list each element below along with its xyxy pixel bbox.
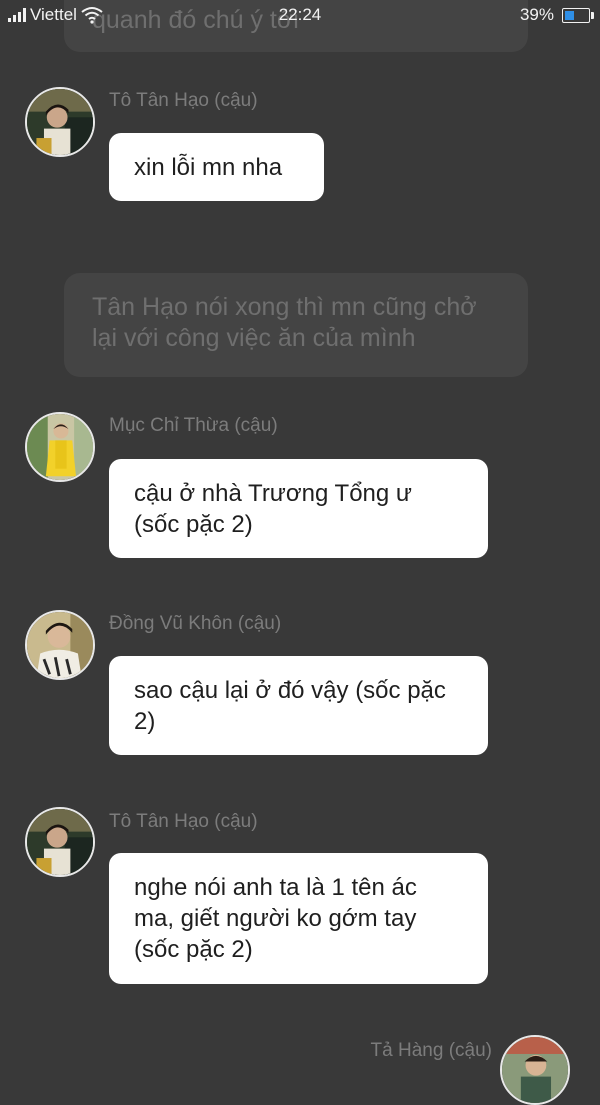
message-bubble[interactable]: cậu ở nhà Trương Tổng ư (sốc pặc 2) xyxy=(109,459,488,558)
avatar-photo-icon xyxy=(27,809,93,875)
avatar-dong-vu-khon[interactable] xyxy=(25,610,95,680)
avatar-photo-icon xyxy=(27,612,93,678)
message-text: nghe nói anh ta là 1 tên ác ma, giết ngư… xyxy=(134,874,417,963)
message-text: sao cậu lại ở đó vậy (sốc pặc 2) xyxy=(134,677,446,735)
speaker-name: Tô Tân Hạo (cậu) xyxy=(109,811,258,832)
narration-middle-text: Tân Hạo nói xong thì mn cũng chở lại với… xyxy=(92,293,477,352)
avatar-photo-icon xyxy=(502,1037,568,1103)
battery-fill xyxy=(565,10,574,20)
status-right: 39% xyxy=(519,5,594,25)
message-bubble[interactable]: sao cậu lại ở đó vậy (sốc pặc 2) xyxy=(109,656,488,755)
battery-percent: 39% xyxy=(519,5,554,24)
speaker-name: Tả Hàng (cậu) xyxy=(370,1040,492,1061)
speaker-name: Tô Tân Hạo (cậu) xyxy=(109,90,258,111)
avatar-ta-hang[interactable] xyxy=(500,1035,570,1105)
avatar-photo-icon xyxy=(27,414,93,480)
clock: 22:24 xyxy=(278,5,322,24)
avatar-photo-icon xyxy=(27,89,93,155)
speaker-name: Đồng Vũ Khôn (cậu) xyxy=(109,613,282,634)
narration-middle: Tân Hạo nói xong thì mn cũng chở lại với… xyxy=(64,273,528,377)
avatar-to-tan-hao[interactable] xyxy=(25,87,95,157)
battery-icon xyxy=(562,7,594,23)
message-text: cậu ở nhà Trương Tổng ư (sốc pặc 2) xyxy=(134,480,412,538)
message-bubble[interactable]: nghe nói anh ta là 1 tên ác ma, giết ngư… xyxy=(109,853,488,984)
message-bubble[interactable]: xin lỗi mn nha xyxy=(109,133,324,201)
avatar-to-tan-hao[interactable] xyxy=(25,807,95,877)
speaker-name: Mục Chỉ Thừa (cậu) xyxy=(109,415,278,436)
message-text: xin lỗi mn nha xyxy=(134,154,283,181)
status-bar: Viettel 22:24 39% xyxy=(0,0,600,32)
avatar-muc-chi-thua[interactable] xyxy=(25,412,95,482)
